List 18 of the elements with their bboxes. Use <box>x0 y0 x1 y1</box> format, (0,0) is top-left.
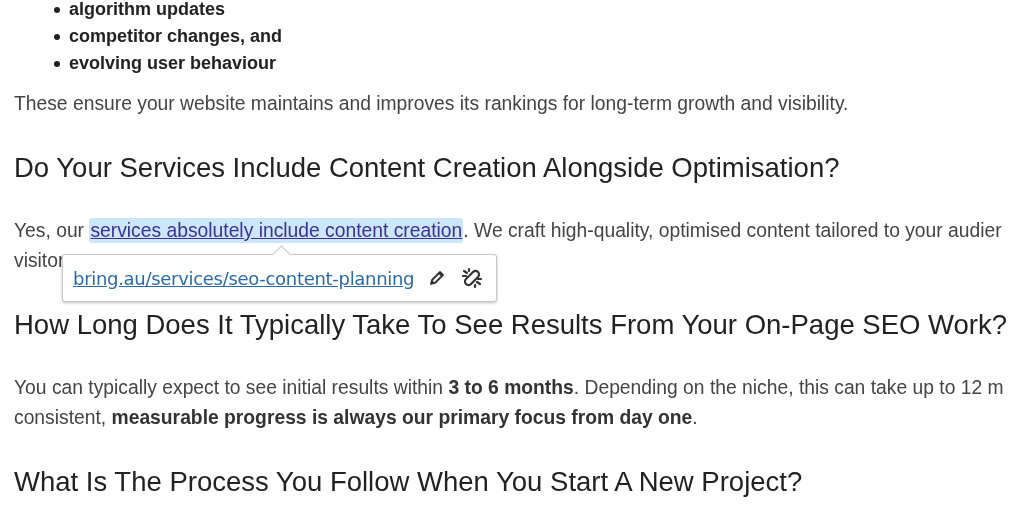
paragraph-text: These ensure your website maintains and improves its rankings for long-term growth and visibility. <box>14 92 850 116</box>
paragraph-text: visitor <box>14 249 66 273</box>
unlink-icon[interactable] <box>460 267 485 289</box>
bullet-icon <box>54 6 60 13</box>
text-link[interactable]: services absolutely include content creation <box>89 218 464 243</box>
edit-icon[interactable] <box>428 269 447 287</box>
section-heading: Do Your Services Include Content Creation Alongside Optimisation? <box>14 151 841 185</box>
section-heading: What Is The Process You Follow When You Start A New Project? <box>14 465 804 499</box>
bullet-icon <box>54 33 60 40</box>
list-item: evolving user behaviour <box>69 53 277 74</box>
link-url[interactable]: bring.au/services/seo-content-planning <box>73 267 415 289</box>
list-item: algorithm updates <box>69 0 225 20</box>
bullet-icon <box>54 60 60 67</box>
list-item: competitor changes, and <box>69 26 283 47</box>
paragraph-text: You can typically expect to see initial results within 3 to 6 months. Depending on the niche, this can take up to 12 m <box>14 376 1005 400</box>
paragraph-text: consistent, measurable progress is always our primary focus from day one. <box>14 406 699 430</box>
section-heading: How Long Does It Typically Take To See Results From Your On-Page SEO Work? <box>14 308 1009 342</box>
paragraph-text: Yes, our services absolutely include content creation. We craft high-quality, optimised content tailored to your audier <box>14 217 1003 245</box>
